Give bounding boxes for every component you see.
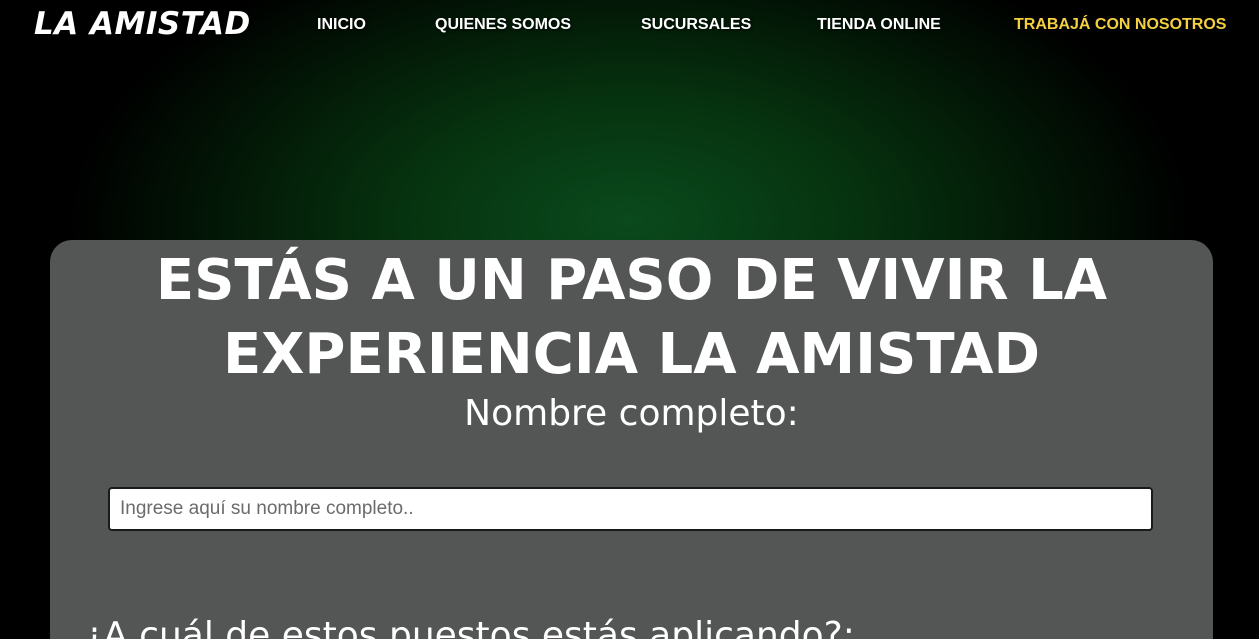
form-headline: ESTÁS A UN PASO DE VIVIR LA EXPERIENCIA … xyxy=(50,244,1213,392)
position-question-label: ¿A cuál de estos puestos estás aplicando… xyxy=(84,615,855,639)
nav-link-quienes-somos[interactable]: QUIENES SOMOS xyxy=(435,16,571,34)
nav-link-sucursales[interactable]: SUCURSALES xyxy=(641,16,751,34)
full-name-input[interactable] xyxy=(108,487,1153,531)
brand-logo[interactable]: LA AMISTAD xyxy=(34,6,251,42)
nav-link-tienda-online[interactable]: TIENDA ONLINE xyxy=(817,16,941,34)
name-field-label: Nombre completo: xyxy=(464,393,799,434)
nav-link-inicio[interactable]: INICIO xyxy=(317,16,366,34)
application-form-card: ESTÁS A UN PASO DE VIVIR LA EXPERIENCIA … xyxy=(50,240,1213,639)
form-headline-line-2: EXPERIENCIA LA AMISTAD xyxy=(222,322,1040,387)
top-navbar: LA AMISTAD INICIO QUIENES SOMOS SUCURSAL… xyxy=(0,0,1259,52)
form-headline-line-1: ESTÁS A UN PASO DE VIVIR LA xyxy=(155,248,1108,313)
nav-link-trabaja-con-nosotros[interactable]: TRABAJÁ CON NOSOTROS xyxy=(1014,16,1226,34)
